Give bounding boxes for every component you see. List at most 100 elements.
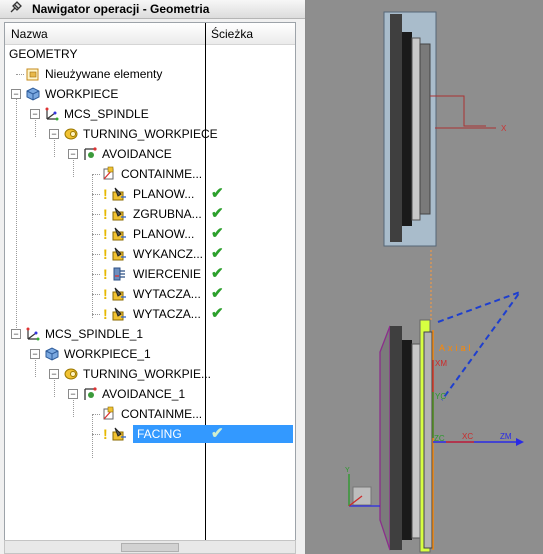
warning-icon: ! [103,426,108,442]
warning-icon: ! [103,246,108,262]
tree-guide [92,294,100,295]
tree-row-workpiece[interactable]: − WORKPIECE [5,84,295,104]
tree-row-mcs-spindle-1[interactable]: − MCS_SPINDLE_1 [5,324,295,344]
tree-row-label: TURNING_WORKPIECE [83,127,218,141]
facing-operation-icon [112,427,126,441]
tree-row-containment[interactable]: CONTAINME... [5,164,295,184]
tree-guide [92,314,100,315]
tree-row-label: CONTAINME... [121,407,203,421]
tree-row-label: MCS_SPINDLE [64,107,149,121]
tree-row-geometry[interactable]: GEOMETRY [5,44,295,64]
workpiece-icon [45,347,59,361]
navigator-title: Nawigator operacji - Geometria [32,2,210,16]
tree-row-mcs-spindle[interactable]: − MCS_SPINDLE [5,104,295,124]
tree-row-label: AVOIDANCE [102,147,172,161]
tree-row-label: WYKANCZ... [133,247,204,261]
tree-row-label: CONTAINME... [121,167,203,181]
containment-icon [103,406,114,420]
path-complete-check-icon: ✔ [211,185,224,202]
tree-row-turning-workpiece-1[interactable]: − TURNING_WORKPIE... [5,364,295,384]
tree-row-turning-workpiece[interactable]: − TURNING_WORKPIECE [5,124,295,144]
tree-row-operation[interactable]: ! WYTACZA... ✔ [5,304,295,324]
tree-row-avoidance-1[interactable]: − AVOIDANCE_1 [5,384,295,404]
top-disk [402,32,412,226]
wcs-y-label: Y [345,467,350,474]
top-hub [419,43,431,215]
horizontal-scrollbar[interactable] [4,540,296,554]
turning-operation-icon [112,287,126,301]
tree-row-label: PLANOW... [133,227,195,241]
navigator-pin-icon[interactable] [8,1,22,15]
yc-label: YC [435,392,446,401]
navigator-title-bar: Nawigator operacji - Geometria [0,0,305,19]
tree-row-label: WYTACZA... [133,307,201,321]
tree-row-operation[interactable]: ! ZGRUBNA... ✔ [5,204,295,224]
tree-row-operation[interactable]: ! PLANOW... ✔ [5,184,295,204]
tree-row-operation[interactable]: ! PLANOW... ✔ [5,224,295,244]
tree-row-label: GEOMETRY [9,47,78,61]
avoidance-icon [84,147,97,160]
bottom-hub [423,331,433,549]
tree-row-operation[interactable]: ! WIERCENIE ✔ [5,264,295,284]
operation-tree[interactable]: Nazwa Ścieżka GEOMETRY Nieużywane elemen… [4,22,296,542]
mcs-coordinate-icon [26,327,40,341]
path-complete-check-icon: ✔ [211,205,224,222]
avoidance-icon [84,387,97,400]
collapse-toggle[interactable]: − [30,349,40,359]
scrollbar-thumb[interactable] [121,543,179,552]
collapse-toggle[interactable]: − [11,89,21,99]
turning-workpiece-icon [64,128,78,140]
unused-folder-icon [26,68,39,81]
tree-row-label: Nieużywane elementy [45,67,163,81]
tree-guide [92,434,100,435]
turning-operation-icon [112,307,126,321]
turning-operation-icon [112,187,126,201]
collapse-toggle[interactable]: − [49,369,59,379]
collapse-toggle[interactable]: − [68,389,78,399]
turning-operation-icon [112,247,126,261]
column-header-name[interactable]: Nazwa [11,27,48,41]
top-chuck-body [390,14,402,242]
top-x-label: X [501,124,507,133]
graphics-viewport[interactable]: X Axial XM YC ZC XC ZM Y [306,0,543,554]
warning-icon: ! [103,186,108,202]
bottom-chuck-body [390,326,402,550]
tree-row-unused[interactable]: Nieużywane elementy [5,64,295,84]
collapse-toggle[interactable]: − [49,129,59,139]
top-disk-face [411,37,421,221]
tree-guide [16,74,24,75]
tree-row-label: WIERCENIE [133,267,202,281]
path-complete-check-icon: ✔ [211,245,224,262]
turning-operation-icon [112,227,126,241]
tree-guide [92,194,100,195]
tree-guide [92,274,100,275]
tree-row-containment-1[interactable]: CONTAINME... [5,404,295,424]
column-header-path[interactable]: Ścieżka [211,27,253,41]
turning-workpiece-icon [64,368,78,380]
workpiece-icon [26,87,40,101]
tree-row-operation[interactable]: ! WYKANCZ... ✔ [5,244,295,264]
tree-row-label: MCS_SPINDLE_1 [45,327,144,341]
operation-navigator-panel: Nawigator operacji - Geometria Nazwa Ści… [0,0,306,554]
mcs-coordinate-icon [45,107,59,121]
warning-icon: ! [103,226,108,242]
tree-row-label: WORKPIECE_1 [64,347,151,361]
tree-row-avoidance[interactable]: − AVOIDANCE [5,144,295,164]
tree-row-operation[interactable]: ! WYTACZA... ✔ [5,284,295,304]
tree-row-facing[interactable]: ! FACING ✔ [5,424,295,444]
tree-row-label: PLANOW... [133,187,195,201]
drilling-operation-icon [113,267,125,281]
warning-icon: ! [103,286,108,302]
tree-guide [92,174,100,175]
tree-row-workpiece-1[interactable]: − WORKPIECE_1 [5,344,295,364]
bottom-chuck-outline [379,325,391,551]
path-complete-check-icon: ✔ [211,425,224,442]
xc-label: XC [462,432,473,441]
collapse-toggle[interactable]: − [30,109,40,119]
collapse-toggle[interactable]: − [68,149,78,159]
path-complete-check-icon: ✔ [211,225,224,242]
tree-row-label: FACING [135,426,184,442]
path-complete-check-icon: ✔ [211,305,224,322]
collapse-toggle[interactable]: − [11,329,21,339]
tree-guide [92,254,100,255]
